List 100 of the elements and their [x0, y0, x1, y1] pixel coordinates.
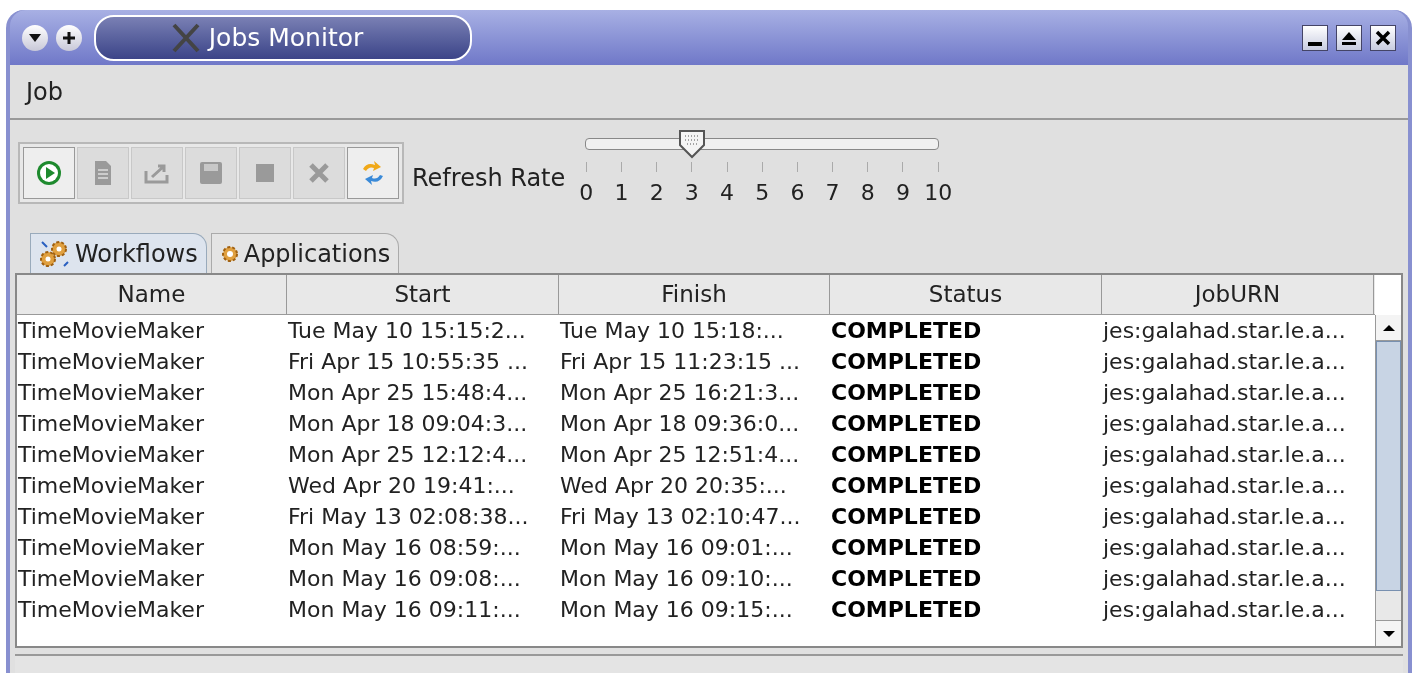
- tab[interactable]: Applications: [210, 233, 400, 273]
- toolbar-button[interactable]: [23, 147, 75, 199]
- table-cell-text: TimeMovieMaker: [17, 379, 205, 407]
- table-cell-text: jes:galahad.star.le.a...: [1102, 503, 1347, 531]
- scroll-up-button[interactable]: [1376, 315, 1401, 341]
- column-header[interactable]: JobURN: [1102, 275, 1374, 315]
- table-cell-text: TimeMovieMaker: [17, 472, 205, 500]
- table-cell-text: TimeMovieMaker: [17, 503, 205, 531]
- window-title: Jobs Monitor: [208, 21, 364, 54]
- table-cell-text: jes:galahad.star.le.a...: [1102, 472, 1347, 500]
- tick-label: 4: [720, 179, 735, 207]
- floppy-icon: [199, 161, 223, 185]
- table-row[interactable]: TimeMovieMaker Mon Apr 25 12:12:4... Mon Apr 25 12:51:4... COMPLETED jes:galahad.star.le.a...: [17, 439, 1375, 470]
- table-cell-text: Mon Apr 25 16:21:3...: [559, 379, 801, 407]
- table-cell-text: COMPLETED: [830, 472, 983, 500]
- tick-label: 5: [755, 179, 770, 207]
- scrollbar-thumb[interactable]: [1376, 341, 1401, 591]
- close-icon: [1375, 29, 1391, 46]
- window-menu-button[interactable]: [22, 24, 48, 51]
- column-header[interactable]: Start: [287, 275, 559, 315]
- table-cell-text: TimeMovieMaker: [17, 348, 205, 376]
- table-cell-text: COMPLETED: [830, 410, 983, 438]
- caret-icon: [28, 32, 42, 43]
- table-cell-text: Mon May 16 09:15:...: [559, 596, 794, 624]
- tick-label: 7: [825, 179, 840, 207]
- scroll-down-button[interactable]: [1376, 620, 1401, 646]
- table-row[interactable]: TimeMovieMaker Mon May 16 08:59:... Mon May 16 09:01:... COMPLETED jes:galahad.star.le.a...: [17, 532, 1375, 563]
- slider-thumb[interactable]: [677, 129, 706, 159]
- table-cell-text: jes:galahad.star.le.a...: [1102, 348, 1347, 376]
- table-cell-text: TimeMovieMaker: [17, 534, 205, 562]
- table-cell-text: Tue May 10 15:18:...: [559, 317, 785, 345]
- table-row[interactable]: TimeMovieMaker Tue May 10 15:15:2... Tue May 10 15:18:... COMPLETED jes:galahad.star.le.a...: [17, 315, 1375, 346]
- tick-label: 8: [860, 179, 875, 207]
- tick-label: 3: [684, 179, 699, 207]
- column-header[interactable]: Status: [830, 275, 1102, 315]
- table-row[interactable]: TimeMovieMaker Mon May 16 09:08:... Mon May 16 09:10:... COMPLETED jes:galahad.star.le.a...: [17, 563, 1375, 594]
- table-cell-text: Tue May 10 15:15:2...: [287, 317, 527, 345]
- down-arrow-icon: [1381, 629, 1396, 638]
- add-button[interactable]: [56, 24, 82, 51]
- play-icon: [36, 160, 62, 186]
- table-cell-text: Fri May 13 02:10:47...: [559, 503, 802, 531]
- x-logo-icon: [170, 22, 201, 53]
- column-header[interactable]: Finish: [559, 275, 830, 315]
- table-cell-text: COMPLETED: [830, 348, 983, 376]
- table-cell-text: Mon Apr 18 09:04:3...: [287, 410, 529, 438]
- table-cell-text: TimeMovieMaker: [17, 565, 205, 593]
- table-row[interactable]: TimeMovieMaker Mon May 16 09:11:... Mon May 16 09:15:... COMPLETED jes:galahad.star.le.a...: [17, 594, 1375, 625]
- tick-label: 0: [579, 179, 594, 207]
- minimize-button[interactable]: [1302, 24, 1328, 51]
- maximize-button[interactable]: [1336, 24, 1362, 51]
- tick-label: 6: [790, 179, 805, 207]
- table-cell-text: COMPLETED: [830, 441, 983, 469]
- tick-label: 1: [614, 179, 629, 207]
- tick-label: 10: [924, 179, 953, 207]
- table-cell-text: Mon Apr 25 12:51:4...: [559, 441, 801, 469]
- gears-icon: [39, 238, 71, 269]
- table-cell-text: Mon May 16 08:59:...: [287, 534, 522, 562]
- up-arrow-icon: [1381, 323, 1396, 332]
- table-cell-text: jes:galahad.star.le.a...: [1102, 534, 1347, 562]
- table-cell-text: Fri Apr 15 10:55:35 ...: [287, 348, 530, 376]
- table-cell-text: jes:galahad.star.le.a...: [1102, 317, 1347, 345]
- table-cell-text: COMPLETED: [830, 565, 983, 593]
- table-row[interactable]: TimeMovieMaker Mon Apr 18 09:04:3... Mon Apr 18 09:36:0... COMPLETED jes:galahad.star.le.a...: [17, 408, 1375, 439]
- table-cell-text: jes:galahad.star.le.a...: [1102, 441, 1347, 469]
- table-cell-text: jes:galahad.star.le.a...: [1102, 410, 1347, 438]
- column-header[interactable]: Name: [17, 275, 287, 315]
- tick-label: 2: [649, 179, 664, 207]
- table-cell-text: TimeMovieMaker: [17, 410, 205, 438]
- table-row[interactable]: TimeMovieMaker Fri Apr 15 10:55:35 ... Fri Apr 15 11:23:15 ... COMPLETED jes:galahad.star.le.a...: [17, 346, 1375, 377]
- stop-icon: [255, 163, 275, 183]
- table-row[interactable]: TimeMovieMaker Mon Apr 25 15:48:4... Mon Apr 25 16:21:3... COMPLETED jes:galahad.star.le.a...: [17, 377, 1375, 408]
- table-cell-text: COMPLETED: [830, 317, 983, 345]
- table-cell-text: Mon May 16 09:11:...: [287, 596, 522, 624]
- table-cell-text: Fri Apr 15 11:23:15 ...: [559, 348, 802, 376]
- table-cell-text: Mon May 16 09:08:...: [287, 565, 522, 593]
- table-cell-text: jes:galahad.star.le.a...: [1102, 565, 1347, 593]
- table-cell-text: COMPLETED: [830, 596, 983, 624]
- table-cell-text: Mon Apr 25 15:48:4...: [287, 379, 529, 407]
- tick-label: 9: [896, 179, 910, 207]
- close-button[interactable]: [1370, 24, 1396, 51]
- document-icon: [92, 160, 114, 186]
- table-cell-text: Mon May 16 09:10:...: [559, 565, 794, 593]
- table-row[interactable]: TimeMovieMaker Fri May 13 02:08:38... Fri May 13 02:10:47... COMPLETED jes:galahad.star.le.a...: [17, 501, 1375, 532]
- table-cell-text: Mon May 16 09:01:...: [559, 534, 794, 562]
- table-cell-text: jes:galahad.star.le.a...: [1102, 379, 1347, 407]
- tab[interactable]: Workflows: [30, 233, 207, 273]
- table-cell-text: Mon Apr 18 09:36:0...: [559, 410, 801, 438]
- table-cell-text: COMPLETED: [830, 503, 983, 531]
- gear-icon: [219, 243, 240, 264]
- table-cell-text: Mon Apr 25 12:12:4...: [287, 441, 529, 469]
- refresh-rate-label: Refresh Rate: [412, 163, 566, 194]
- table-cell-text: TimeMovieMaker: [17, 317, 205, 345]
- menu-item[interactable]: Job: [22, 73, 67, 110]
- table-cell-text: COMPLETED: [830, 379, 983, 407]
- table-cell-text: TimeMovieMaker: [17, 441, 205, 469]
- table-cell-text: jes:galahad.star.le.a...: [1102, 596, 1347, 624]
- table-row[interactable]: TimeMovieMaker Wed Apr 20 19:41:... Wed Apr 20 20:35:... COMPLETED jes:galahad.star.le.a...: [17, 470, 1375, 501]
- plus-icon: [62, 30, 76, 45]
- table-cell-text: Wed Apr 20 20:35:...: [559, 472, 788, 500]
- table-cell-text: COMPLETED: [830, 534, 983, 562]
